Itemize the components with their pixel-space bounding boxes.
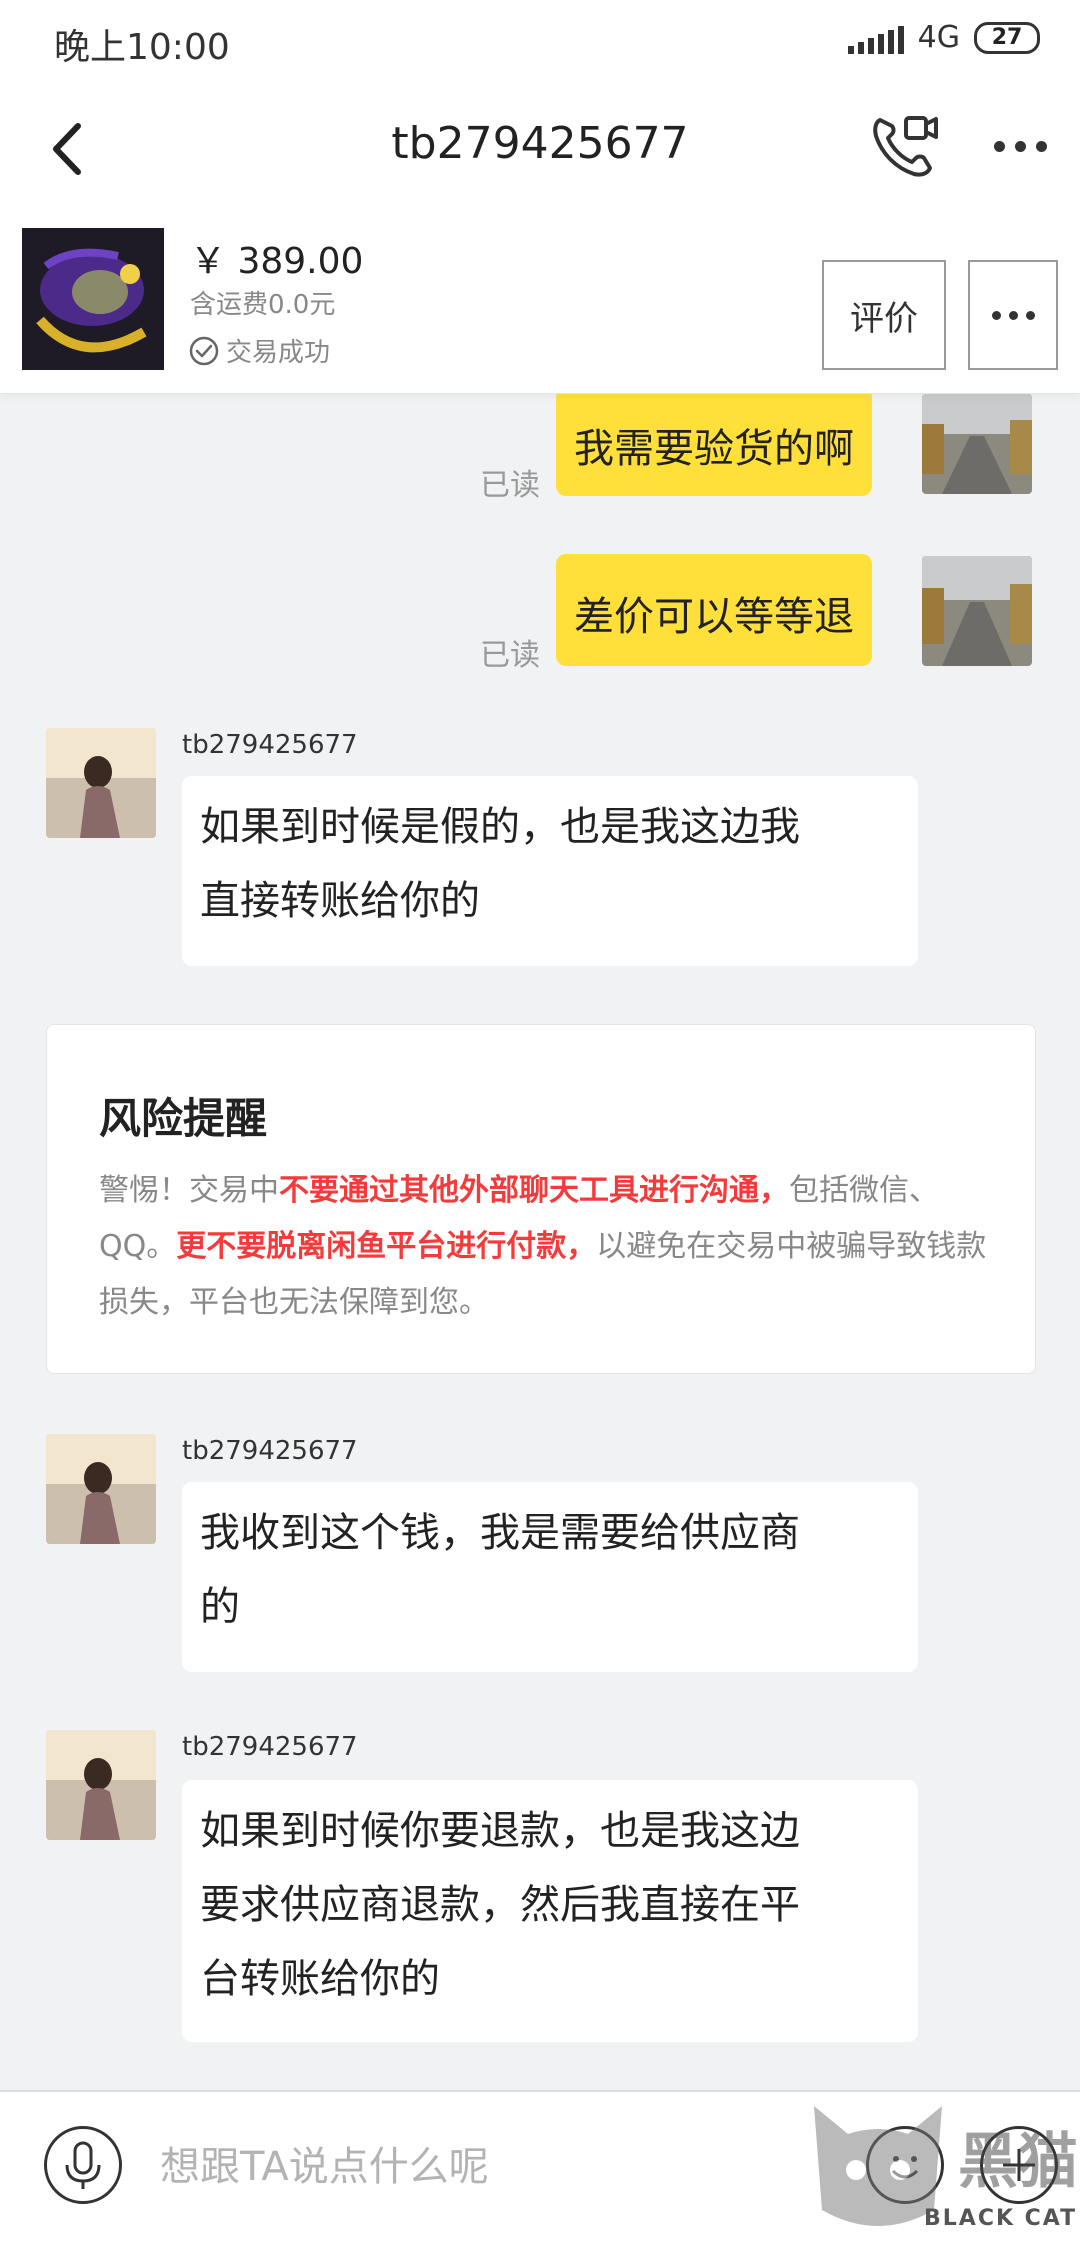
sender-name: tb279425677 bbox=[182, 1732, 358, 1762]
my-avatar[interactable] bbox=[922, 394, 1032, 494]
risk-body: 警惕！交易中不要通过其他外部聊天工具进行沟通，包括微信、QQ。更不要脱离闲鱼平台… bbox=[99, 1163, 999, 1331]
sender-name: tb279425677 bbox=[182, 730, 358, 760]
sender-name: tb279425677 bbox=[182, 1436, 358, 1466]
check-circle-icon bbox=[189, 336, 219, 365]
battery-icon: 27 bbox=[974, 21, 1040, 54]
video-call-icon bbox=[873, 116, 938, 177]
incoming-message[interactable]: 如果到时候是假的，也是我这边我 直接转账给你的 bbox=[182, 776, 918, 966]
message-line: 台转账给你的 bbox=[200, 1956, 440, 2002]
status-time: 晚上10:00 bbox=[54, 27, 230, 68]
watermark-logo-text: 黑猫 bbox=[958, 2127, 1078, 2197]
message-input[interactable] bbox=[160, 2132, 760, 2202]
contact-avatar[interactable] bbox=[46, 1434, 156, 1544]
message-line: 如果到时候是假的，也是我这边我 bbox=[200, 804, 800, 850]
incoming-message[interactable]: 我收到这个钱，我是需要给供应商 的 bbox=[182, 1482, 918, 1672]
my-avatar[interactable] bbox=[922, 556, 1032, 666]
outgoing-message[interactable]: 差价可以等等退 bbox=[556, 554, 872, 666]
page-title: tb279425677 bbox=[391, 118, 689, 169]
status-bar: 晚上10:00 4G 27 bbox=[0, 0, 1080, 84]
more-options-button[interactable] bbox=[984, 110, 1056, 182]
product-more-button[interactable] bbox=[968, 260, 1058, 370]
deal-status: 交易成功 bbox=[188, 332, 330, 369]
chevron-left-icon bbox=[53, 123, 81, 175]
chat-header: tb279425677 bbox=[0, 84, 1080, 214]
contact-avatar[interactable] bbox=[46, 728, 156, 838]
message-line: 直接转账给你的 bbox=[200, 878, 480, 924]
risk-text: 警惕！交易中 bbox=[99, 1173, 279, 1208]
deal-status-label: 交易成功 bbox=[226, 338, 331, 368]
microphone-icon bbox=[65, 2141, 101, 2189]
contact-avatar[interactable] bbox=[46, 1730, 156, 1840]
product-summary: ￥ 389.00 含运费0.0元 交易成功 评价 bbox=[0, 214, 1080, 394]
read-receipt: 已读 bbox=[480, 638, 540, 673]
voice-button[interactable] bbox=[44, 2126, 122, 2204]
watermark-text: BLACK CAT bbox=[924, 2206, 1078, 2231]
risk-highlight: 更不要脱离闲鱼平台进行付款， bbox=[176, 1229, 597, 1264]
message-line: 要求供应商退款，然后我直接在平 bbox=[200, 1882, 800, 1928]
message-line: 我收到这个钱，我是需要给供应商 bbox=[200, 1510, 800, 1556]
rate-button[interactable]: 评价 bbox=[822, 260, 946, 370]
outgoing-message[interactable]: 我需要验货的啊 bbox=[556, 388, 872, 496]
status-indicators: 4G 27 bbox=[847, 20, 1040, 55]
product-image[interactable] bbox=[22, 228, 164, 370]
incoming-message[interactable]: 如果到时候你要退款，也是我这边 要求供应商退款，然后我直接在平 台转账给你的 bbox=[182, 1780, 918, 2042]
message-line: 的 bbox=[200, 1584, 240, 1630]
network-type: 4G bbox=[917, 20, 960, 55]
video-call-button[interactable] bbox=[868, 110, 940, 182]
more-horizontal-icon bbox=[993, 140, 1005, 152]
risk-highlight: 不要通过其他外部聊天工具进行沟通， bbox=[279, 1173, 789, 1208]
product-price: ￥ 389.00 bbox=[190, 241, 364, 282]
signal-icon bbox=[847, 22, 904, 54]
risk-reminder-card: 风险提醒 警惕！交易中不要通过其他外部聊天工具进行沟通，包括微信、QQ。更不要脱… bbox=[46, 1024, 1036, 1374]
message-line: 如果到时候你要退款，也是我这边 bbox=[200, 1808, 800, 1854]
risk-title: 风险提醒 bbox=[99, 1094, 268, 1143]
more-horizontal-icon bbox=[991, 310, 1001, 320]
read-receipt: 已读 bbox=[480, 468, 540, 503]
shipping-fee: 含运费0.0元 bbox=[190, 290, 336, 320]
back-button[interactable] bbox=[40, 114, 100, 184]
